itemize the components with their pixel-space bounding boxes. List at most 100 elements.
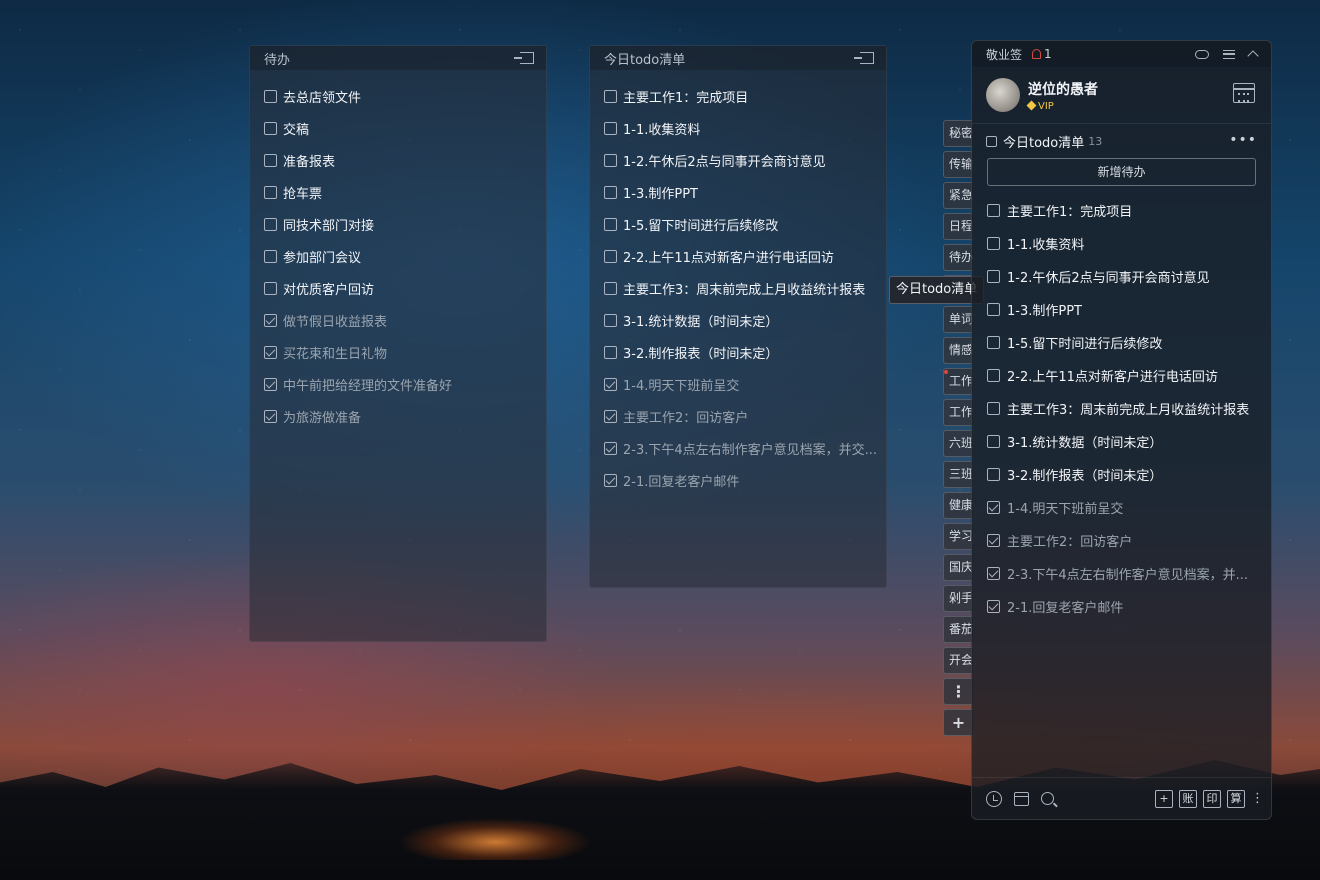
checkbox-checked[interactable] bbox=[987, 501, 1000, 514]
todo-item[interactable]: 同技术部门对接 bbox=[250, 208, 546, 240]
todo-item[interactable]: 1-4.明天下班前呈交 bbox=[972, 491, 1271, 524]
side-tab[interactable]: 剁手 bbox=[943, 585, 973, 612]
checkbox[interactable] bbox=[604, 313, 617, 327]
todo-item[interactable]: 准备报表 bbox=[250, 144, 546, 176]
checkbox-checked[interactable] bbox=[264, 377, 277, 391]
todo-item[interactable]: 1-1.收集资料 bbox=[590, 112, 886, 144]
todo-item[interactable]: 1-3.制作PPT bbox=[972, 293, 1271, 326]
todo-item[interactable]: 3-1.统计数据（时间未定） bbox=[590, 304, 886, 336]
cloud-sync-icon[interactable] bbox=[1195, 49, 1209, 59]
side-tab[interactable]: 工作 bbox=[943, 399, 973, 426]
checkbox[interactable] bbox=[264, 153, 277, 167]
todo-item[interactable]: 交稿 bbox=[250, 112, 546, 144]
checkbox[interactable] bbox=[604, 153, 617, 167]
checkbox[interactable] bbox=[987, 468, 1000, 481]
checkbox[interactable] bbox=[604, 281, 617, 295]
add-tab-button[interactable]: + bbox=[943, 709, 973, 736]
todo-item[interactable]: 参加部门会议 bbox=[250, 240, 546, 272]
calendar-icon[interactable] bbox=[1233, 83, 1255, 103]
menu-icon[interactable] bbox=[1223, 49, 1235, 59]
todo-item[interactable]: 1-4.明天下班前呈交 bbox=[590, 368, 886, 400]
side-tab[interactable]: 番茄 bbox=[943, 616, 973, 643]
checkbox[interactable] bbox=[604, 89, 617, 103]
side-tab[interactable]: 单词 bbox=[943, 306, 973, 333]
checkbox[interactable] bbox=[987, 435, 1000, 448]
checkbox-checked[interactable] bbox=[604, 377, 617, 391]
checkbox-checked[interactable] bbox=[987, 534, 1000, 547]
checkbox[interactable] bbox=[987, 402, 1000, 415]
todo-item[interactable]: 1-2.午休后2点与同事开会商讨意见 bbox=[590, 144, 886, 176]
todo-item[interactable]: 3-1.统计数据（时间未定） bbox=[972, 425, 1271, 458]
todo-item[interactable]: 2-1.回复老客户邮件 bbox=[972, 590, 1271, 623]
todo-item[interactable]: 主要工作1：完成项目 bbox=[972, 194, 1271, 227]
todo-item[interactable]: 中午前把给经理的文件准备好 bbox=[250, 368, 546, 400]
checkbox[interactable] bbox=[264, 121, 277, 135]
checkbox[interactable] bbox=[987, 270, 1000, 283]
exit-icon[interactable] bbox=[514, 52, 534, 64]
list-title[interactable]: 今日todo清单 bbox=[1003, 132, 1084, 151]
collapse-icon[interactable] bbox=[1247, 50, 1259, 62]
todo-item[interactable]: 2-1.回复老客户邮件 bbox=[590, 464, 886, 496]
checkbox[interactable] bbox=[604, 185, 617, 199]
todo-item[interactable]: 1-2.午休后2点与同事开会商讨意见 bbox=[972, 260, 1271, 293]
checkbox[interactable] bbox=[264, 217, 277, 231]
checkbox[interactable] bbox=[264, 281, 277, 295]
todo-item[interactable]: 做节假日收益报表 bbox=[250, 304, 546, 336]
todo-item[interactable]: 2-3.下午4点左右制作客户意见档案，并交... bbox=[590, 432, 886, 464]
todo-item[interactable]: 1-3.制作PPT bbox=[590, 176, 886, 208]
todo-item[interactable]: 2-2.上午11点对新客户进行电话回访 bbox=[972, 359, 1271, 392]
checkbox-checked[interactable] bbox=[264, 409, 277, 423]
checkbox[interactable] bbox=[987, 336, 1000, 349]
checkbox-checked[interactable] bbox=[264, 313, 277, 327]
todo-item[interactable]: 去总店领文件 bbox=[250, 80, 546, 112]
checkbox[interactable] bbox=[987, 303, 1000, 316]
side-tab[interactable]: 紧急 bbox=[943, 182, 973, 209]
more-options-button[interactable]: ••• bbox=[1229, 132, 1257, 148]
side-tab[interactable]: 传输 bbox=[943, 151, 973, 178]
search-icon[interactable] bbox=[1041, 792, 1054, 805]
todo-item[interactable]: 主要工作2：回访客户 bbox=[590, 400, 886, 432]
add-todo-button[interactable]: 新增待办 bbox=[987, 158, 1256, 186]
checkbox-checked[interactable] bbox=[604, 409, 617, 423]
checkbox-checked[interactable] bbox=[987, 567, 1000, 580]
todo-item[interactable]: 抢车票 bbox=[250, 176, 546, 208]
todo-item[interactable]: 为旅游做准备 bbox=[250, 400, 546, 432]
notification-button[interactable]: 1 bbox=[1032, 47, 1052, 61]
checkbox[interactable] bbox=[604, 249, 617, 263]
checkbox[interactable] bbox=[987, 204, 1000, 217]
side-tab[interactable]: 六班 bbox=[943, 430, 973, 457]
panel-header[interactable]: 今日todo清单 bbox=[590, 46, 886, 70]
more-icon[interactable]: ⋮ bbox=[1251, 792, 1264, 805]
checkbox-checked[interactable] bbox=[264, 345, 277, 359]
exit-icon[interactable] bbox=[854, 52, 874, 64]
checkbox[interactable] bbox=[264, 185, 277, 199]
side-tab[interactable]: 国庆 bbox=[943, 554, 973, 581]
todo-item[interactable]: 主要工作3：周末前完成上月收益统计报表 bbox=[972, 392, 1271, 425]
print-button[interactable]: 印 bbox=[1203, 789, 1221, 808]
todo-item[interactable]: 主要工作1：完成项目 bbox=[590, 80, 886, 112]
todo-item[interactable]: 主要工作3：周末前完成上月收益统计报表 bbox=[590, 272, 886, 304]
panel-header[interactable]: 待办 bbox=[250, 46, 546, 70]
todo-item[interactable]: 3-2.制作报表（时间未定） bbox=[590, 336, 886, 368]
todo-item[interactable]: 2-3.下午4点左右制作客户意见档案，并... bbox=[972, 557, 1271, 590]
checkbox[interactable] bbox=[604, 345, 617, 359]
side-tab[interactable]: 情感 bbox=[943, 337, 973, 364]
calc-button[interactable]: 算 bbox=[1227, 789, 1245, 808]
checkbox-checked[interactable] bbox=[604, 473, 617, 487]
ledger-button[interactable]: 账 bbox=[1179, 789, 1197, 808]
checkbox[interactable] bbox=[604, 217, 617, 231]
archive-icon[interactable] bbox=[1014, 791, 1029, 806]
checkbox[interactable] bbox=[987, 237, 1000, 250]
title-bar[interactable]: 敬业签 1 bbox=[972, 41, 1271, 67]
todo-item[interactable]: 1-1.收集资料 bbox=[972, 227, 1271, 260]
todo-item[interactable]: 2-2.上午11点对新客户进行电话回访 bbox=[590, 240, 886, 272]
side-tab[interactable]: 学习 bbox=[943, 523, 973, 550]
checkbox[interactable] bbox=[264, 249, 277, 263]
checkbox[interactable] bbox=[264, 89, 277, 103]
todo-item[interactable]: 买花束和生日礼物 bbox=[250, 336, 546, 368]
checkbox-checked[interactable] bbox=[987, 600, 1000, 613]
todo-item[interactable]: 对优质客户回访 bbox=[250, 272, 546, 304]
todo-item[interactable]: 主要工作2：回访客户 bbox=[972, 524, 1271, 557]
todo-item[interactable]: 3-2.制作报表（时间未定） bbox=[972, 458, 1271, 491]
side-tab[interactable]: 待办 bbox=[943, 244, 973, 271]
